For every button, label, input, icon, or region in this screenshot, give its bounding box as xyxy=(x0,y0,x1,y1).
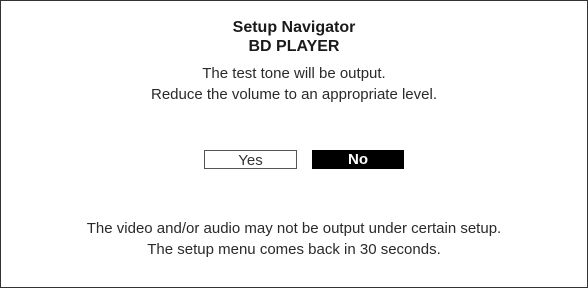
no-button[interactable]: No xyxy=(312,150,404,169)
message-line-1: The test tone will be output. xyxy=(202,65,386,82)
note-line-1: The video and/or audio may not be output… xyxy=(86,220,502,237)
yes-button[interactable]: Yes xyxy=(204,150,297,169)
note-line-2: The setup menu comes back in 30 seconds. xyxy=(147,241,441,258)
message-line-2: Reduce the volume to an appropriate leve… xyxy=(150,86,437,103)
dialog-title: Setup Navigator xyxy=(232,19,356,36)
setup-navigator-dialog: Setup Navigator BD PLAYER The test tone … xyxy=(0,0,588,288)
dialog-subtitle: BD PLAYER xyxy=(248,38,340,55)
